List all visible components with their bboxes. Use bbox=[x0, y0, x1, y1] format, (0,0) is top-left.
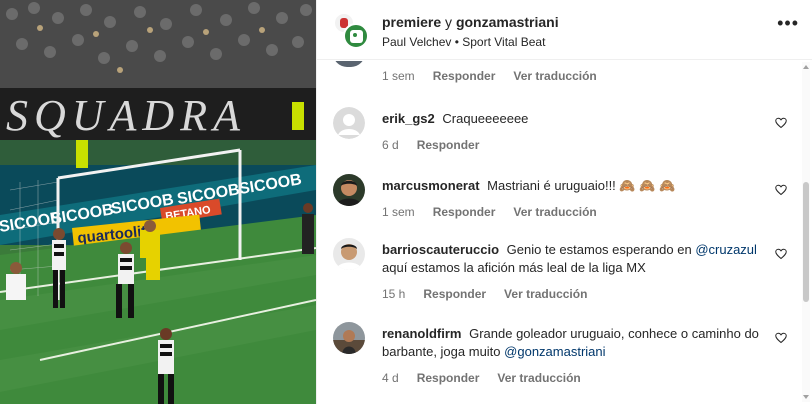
comment-username[interactable]: barrioscauteruccio bbox=[382, 242, 499, 257]
post-video[interactable]: SQUADRA SICOOB SICOOB SICOOB SICOOB SICO… bbox=[0, 0, 316, 404]
post-header: premiere y gonzamastriani Paul Velchev •… bbox=[317, 0, 812, 60]
default-avatar-icon bbox=[333, 107, 365, 139]
scroll-up-icon[interactable] bbox=[803, 65, 809, 69]
comment-meta: 1 sem Responder Ver traducción bbox=[382, 203, 787, 221]
reply-button[interactable]: Responder bbox=[433, 69, 496, 83]
heart-icon[interactable] bbox=[775, 184, 787, 196]
author-gonzamastriani-link[interactable]: gonzamastriani bbox=[456, 14, 559, 30]
reply-button[interactable]: Responder bbox=[417, 369, 480, 387]
collab-avatars[interactable] bbox=[333, 12, 369, 49]
comments-panel: premiere y gonzamastriani Paul Velchev •… bbox=[316, 0, 812, 404]
comment-time[interactable]: 1 sem bbox=[382, 69, 415, 83]
comment-time[interactable]: 6 d bbox=[382, 136, 399, 154]
heart-icon[interactable] bbox=[775, 117, 787, 129]
user-photo-avatar bbox=[333, 174, 365, 206]
comment-time[interactable]: 1 sem bbox=[382, 203, 415, 221]
comment-meta: 4 d Responder Ver traducción bbox=[382, 369, 787, 387]
translate-button[interactable]: Ver traducción bbox=[497, 369, 580, 387]
comment-time[interactable]: 4 d bbox=[382, 369, 399, 387]
scroll-thumb[interactable] bbox=[803, 182, 809, 302]
comment-text: Craqueeeeeee bbox=[442, 111, 529, 126]
partial-comment-avatar[interactable] bbox=[333, 61, 365, 67]
comment-meta: 6 d Responder bbox=[382, 136, 787, 154]
translate-button[interactable]: Ver traducción bbox=[504, 285, 587, 303]
reply-button[interactable]: Responder bbox=[433, 203, 496, 221]
comment-meta: 15 h Responder Ver traducción bbox=[382, 285, 787, 303]
partial-comment-meta: 1 sem Responder Ver traducción bbox=[382, 69, 597, 83]
avatar[interactable] bbox=[333, 238, 365, 270]
avatar[interactable] bbox=[333, 174, 365, 206]
comment-username[interactable]: erik_gs2 bbox=[382, 111, 435, 126]
author-premiere-link[interactable]: premiere bbox=[382, 14, 441, 30]
post-authors: premiere y gonzamastriani bbox=[382, 14, 559, 30]
comment-username[interactable]: marcusmonerat bbox=[382, 178, 480, 193]
avatar[interactable] bbox=[333, 322, 365, 354]
heart-icon[interactable] bbox=[775, 332, 787, 344]
heart-icon[interactable] bbox=[775, 248, 787, 260]
audio-track-link[interactable]: Paul Velchev • Sport Vital Beat bbox=[382, 35, 545, 49]
avatar[interactable] bbox=[333, 107, 365, 139]
translate-button[interactable]: Ver traducción bbox=[513, 69, 596, 83]
translate-button[interactable]: Ver traducción bbox=[513, 203, 596, 221]
comment-list: 1 sem Responder Ver traducción erik_gs2 … bbox=[317, 61, 797, 404]
football-scene: SQUADRA SICOOB SICOOB SICOOB SICOOB SICO… bbox=[0, 0, 316, 404]
mention-link[interactable]: @cruzazul bbox=[695, 242, 757, 257]
comment-text: Genio te estamos esperando en bbox=[506, 242, 692, 257]
comment-username[interactable]: renanoldfirm bbox=[382, 326, 461, 341]
authors-joiner: y bbox=[445, 14, 453, 30]
mention-link[interactable]: @gonzamastriani bbox=[504, 344, 605, 359]
comment-text: Mastriani é uruguaio!!! 🙈 🙈 🙈 bbox=[487, 178, 676, 193]
comment-time[interactable]: 15 h bbox=[382, 285, 405, 303]
comments-scrollbar[interactable] bbox=[802, 62, 810, 402]
user-photo-avatar bbox=[333, 238, 365, 270]
avatar-gonzamastriani[interactable] bbox=[343, 23, 369, 49]
stands-banner-text: SQUADRA bbox=[6, 91, 246, 140]
more-options-icon[interactable]: ••• bbox=[777, 14, 799, 32]
reply-button[interactable]: Responder bbox=[423, 285, 486, 303]
scroll-down-icon[interactable] bbox=[803, 395, 809, 399]
reply-button[interactable]: Responder bbox=[417, 136, 480, 154]
post-viewer: SQUADRA SICOOB SICOOB SICOOB SICOOB SICO… bbox=[0, 0, 812, 404]
comment-text-continued: aquí estamos la afición más leal de la l… bbox=[382, 260, 646, 275]
user-photo-avatar bbox=[333, 322, 365, 354]
